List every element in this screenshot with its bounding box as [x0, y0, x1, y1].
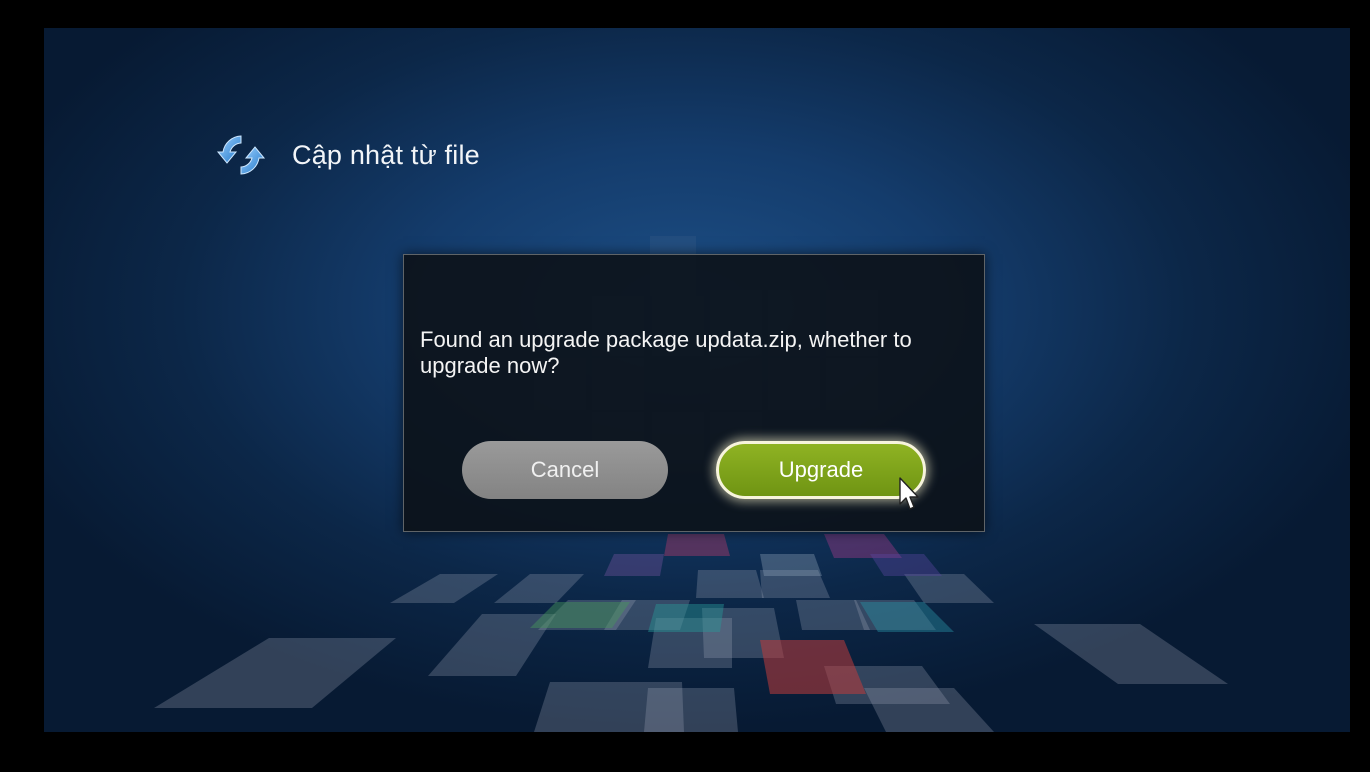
tv-frame: Cập nhật từ file Found an upgrade packag… [0, 0, 1370, 772]
cancel-button[interactable]: Cancel [462, 441, 668, 499]
refresh-update-icon [216, 135, 266, 175]
page-header: Cập nhật từ file [216, 130, 480, 180]
upgrade-button[interactable]: Upgrade [716, 441, 926, 499]
mouse-pointer-icon [899, 477, 919, 510]
screen: Cập nhật từ file Found an upgrade packag… [44, 28, 1350, 732]
dialog-message: Found an upgrade package updata.zip, whe… [420, 327, 912, 378]
page-title: Cập nhật từ file [292, 139, 480, 170]
